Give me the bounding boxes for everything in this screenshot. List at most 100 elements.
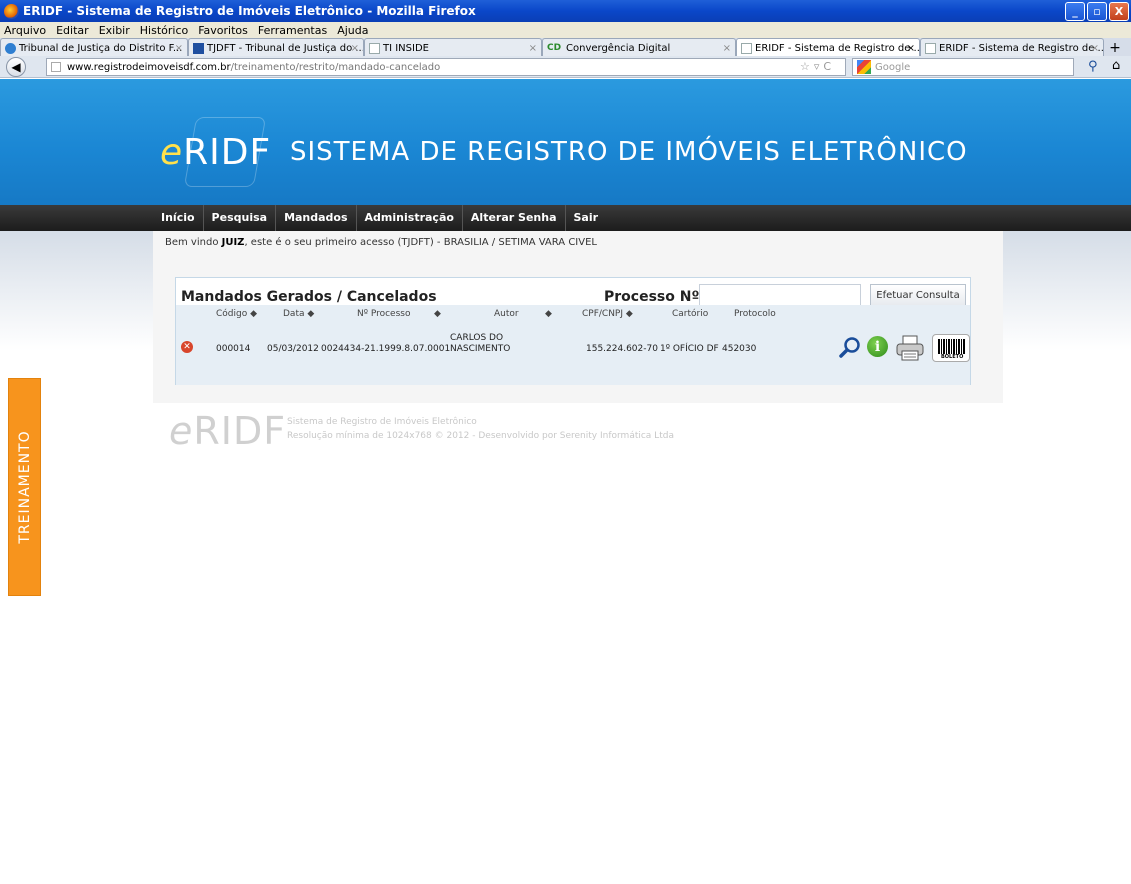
menu-historico[interactable]: Histórico	[140, 24, 188, 37]
welcome-prefix: Bem vindo	[165, 237, 219, 248]
close-tab-icon[interactable]: ×	[723, 43, 731, 54]
maximize-button[interactable]: ▫	[1087, 2, 1107, 21]
welcome-message: Bem vindo JUIZ, este é o seu primeiro ac…	[165, 237, 597, 248]
page-content: eRIDF SISTEMA DE REGISTRO DE IMÓVEIS ELE…	[0, 79, 1131, 884]
treinamento-label: TREINAMENTO	[16, 430, 33, 544]
footer-line1: Sistema de Registro de Imóveis Eletrônic…	[287, 417, 477, 427]
nav-alterar-senha[interactable]: Alterar Senha	[463, 205, 566, 231]
back-button[interactable]: ◀	[6, 57, 26, 77]
footer-logo: eRIDF	[169, 409, 286, 453]
menu-bar: Arquivo Editar Exibir Histórico Favorito…	[0, 22, 1131, 38]
tab-label: ERIDF - Sistema de Registro de ...	[755, 42, 920, 54]
site-identity-icon	[51, 62, 61, 72]
site-slogan: SISTEMA DE REGISTRO DE IMÓVEIS ELETRÔNIC…	[290, 137, 968, 167]
site-header: eRIDF SISTEMA DE REGISTRO DE IMÓVEIS ELE…	[0, 79, 1131, 205]
page-icon	[741, 42, 752, 54]
close-tab-icon[interactable]: ×	[351, 43, 359, 54]
url-host: www.registrodeimoveisdf.com.br	[67, 61, 231, 73]
site-menu: Início Pesquisa Mandados Administração A…	[0, 205, 1131, 231]
treinamento-side-tab[interactable]: TREINAMENTO	[8, 378, 41, 596]
home-icon[interactable]: ⌂	[1112, 58, 1120, 73]
content-box: Bem vindo JUIZ, este é o seu primeiro ac…	[153, 231, 1003, 403]
panel-title: Mandados Gerados / Cancelados	[181, 289, 437, 305]
welcome-suffix: , este é o seu primeiro acesso (TJDFT) -…	[244, 237, 597, 248]
col-autor[interactable]: Autor	[494, 309, 519, 319]
site-logo[interactable]: eRIDF	[160, 132, 271, 173]
close-tab-icon[interactable]: ×	[907, 43, 915, 54]
bookmark-star-icon[interactable]: ☆	[800, 60, 810, 73]
page-icon	[925, 42, 936, 54]
close-tab-icon[interactable]: ×	[175, 43, 183, 54]
new-tab-button[interactable]: +	[1104, 38, 1126, 57]
window-title: ERIDF - Sistema de Registro de Imóveis E…	[23, 4, 476, 18]
efetuar-consulta-button[interactable]: Efetuar Consulta	[870, 284, 966, 307]
cd-icon: CD	[547, 42, 562, 53]
col-autor-sort[interactable]: ◆	[545, 309, 552, 319]
cell-cartorio: 1º OFÍCIO DF	[660, 344, 719, 354]
col-protocolo: Protocolo	[734, 309, 776, 319]
menu-exibir[interactable]: Exibir	[99, 24, 130, 37]
footer-logo-text: RIDF	[193, 409, 287, 453]
nav-pesquisa[interactable]: Pesquisa	[204, 205, 277, 231]
globe-icon	[5, 42, 16, 54]
col-cartorio: Cartório	[672, 309, 709, 319]
tab-label: ERIDF - Sistema de Registro de ...	[939, 42, 1104, 54]
url-controls: ☆ ▿ C	[800, 60, 831, 73]
nav-mandados[interactable]: Mandados	[276, 205, 357, 231]
reload-icon[interactable]: C	[823, 60, 831, 73]
mandados-panel: Mandados Gerados / Cancelados Processo N…	[175, 277, 971, 385]
close-tab-icon[interactable]: ×	[529, 43, 537, 54]
minimize-button[interactable]: _	[1065, 2, 1085, 21]
cancelled-x-icon[interactable]: ✕	[181, 341, 193, 353]
cell-protocolo: 452030	[722, 344, 757, 354]
mandados-table: Código ◆ Data ◆ Nº Processo ◆ Autor ◆ CP…	[176, 305, 970, 385]
firefox-icon	[4, 3, 19, 19]
address-bar[interactable]: www.registrodeimoveisdf.com.br /treiname…	[46, 58, 846, 76]
search-icon[interactable]: ⚲	[1088, 59, 1098, 74]
logo-text: RIDF	[183, 132, 272, 173]
col-codigo[interactable]: Código ◆	[216, 309, 257, 319]
cell-cpf: 155.224.602-70	[586, 344, 658, 354]
footer-logo-e: e	[169, 409, 194, 453]
boleto-barcode-icon[interactable]: BOLETO	[932, 334, 970, 362]
cell-processo: 0024434-21.1999.8.07.0001	[321, 344, 451, 354]
tab-tjdf[interactable]: Tribunal de Justiça do Distrito F... ×	[0, 38, 188, 57]
url-path: /treinamento/restrito/mandado-cancelado	[230, 61, 441, 73]
tab-label: Tribunal de Justiça do Distrito F...	[19, 42, 183, 54]
tab-eridf[interactable]: ERIDF - Sistema de Registro de ... ×	[920, 38, 1104, 57]
close-tab-icon[interactable]: ×	[1091, 43, 1099, 54]
nav-administracao[interactable]: Administração	[357, 205, 463, 231]
col-cpf[interactable]: CPF/CNPJ ◆	[582, 309, 633, 319]
tab-convergencia-digital[interactable]: CD Convergência Digital ×	[542, 38, 736, 57]
tab-eridf-active[interactable]: ERIDF - Sistema de Registro de ... ×	[736, 38, 920, 57]
col-processo[interactable]: Nº Processo	[357, 309, 410, 319]
logo-e: e	[160, 132, 184, 173]
google-icon	[857, 60, 871, 74]
nav-sair[interactable]: Sair	[566, 205, 607, 231]
menu-favoritos[interactable]: Favoritos	[198, 24, 248, 37]
menu-ajuda[interactable]: Ajuda	[337, 24, 368, 37]
footer-text: Sistema de Registro de Imóveis Eletrônic…	[287, 415, 674, 443]
menu-arquivo[interactable]: Arquivo	[4, 24, 46, 37]
tab-ti-inside[interactable]: TI INSIDE ×	[364, 38, 542, 57]
tab-tjdft[interactable]: TJDFT - Tribunal de Justiça do ... ×	[188, 38, 364, 57]
cell-autor-l2: NASCIMENTO	[450, 344, 511, 354]
info-icon[interactable]: i	[867, 336, 888, 357]
close-button[interactable]: X	[1109, 2, 1129, 21]
tab-label: TJDFT - Tribunal de Justiça do ...	[207, 42, 364, 54]
printer-icon[interactable]	[896, 335, 924, 361]
dropdown-arrow-icon[interactable]: ▿	[814, 60, 820, 73]
search-box[interactable]: Google	[852, 58, 1074, 76]
nav-inicio[interactable]: Início	[153, 205, 204, 231]
menu-editar[interactable]: Editar	[56, 24, 89, 37]
col-processo-sort[interactable]: ◆	[434, 309, 441, 319]
boleto-label: BOLETO	[941, 354, 964, 360]
window-titlebar: ERIDF - Sistema de Registro de Imóveis E…	[0, 0, 1131, 22]
menu-ferramentas[interactable]: Ferramentas	[258, 24, 327, 37]
page-icon	[369, 42, 380, 54]
magnifier-icon[interactable]	[839, 336, 861, 358]
col-data[interactable]: Data ◆	[283, 309, 314, 319]
navigation-bar: ◀ www.registrodeimoveisdf.com.br /treina…	[0, 56, 1131, 78]
cell-autor-l1: CARLOS DO	[450, 333, 504, 343]
cell-codigo: 000014	[216, 344, 251, 354]
